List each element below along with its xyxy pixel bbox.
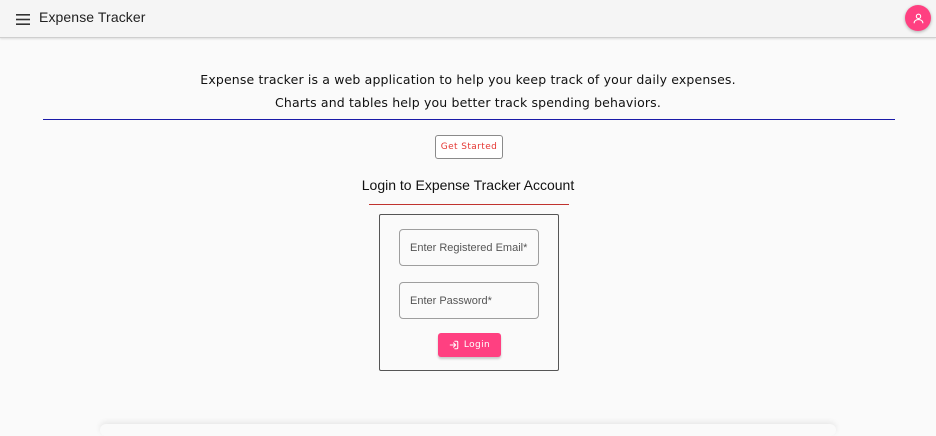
menu-icon [16, 13, 30, 25]
intro-text: Expense tracker is a web application to … [0, 68, 936, 114]
password-field[interactable] [399, 282, 539, 319]
password-input[interactable] [400, 283, 538, 318]
bottom-panel-edge [100, 424, 836, 436]
app-toolbar: Expense Tracker [0, 0, 936, 38]
login-form: Login [379, 214, 559, 371]
get-started-button[interactable]: Get Started [435, 135, 503, 159]
login-button[interactable]: Login [438, 333, 501, 357]
login-heading-underline [369, 204, 569, 205]
email-input[interactable] [400, 230, 538, 265]
login-button-label: Login [463, 340, 491, 350]
person-icon [913, 13, 923, 23]
menu-button[interactable] [13, 9, 33, 29]
login-heading: Login to Expense Tracker Account [361, 177, 575, 193]
intro-divider [43, 119, 895, 120]
account-button[interactable] [905, 5, 931, 31]
intro-line-1: Expense tracker is a web application to … [200, 72, 736, 87]
email-field[interactable] [399, 229, 539, 266]
app-title: Expense Tracker [39, 9, 146, 25]
login-icon [449, 340, 459, 350]
intro-line-2: Charts and tables help you better track … [275, 95, 661, 110]
